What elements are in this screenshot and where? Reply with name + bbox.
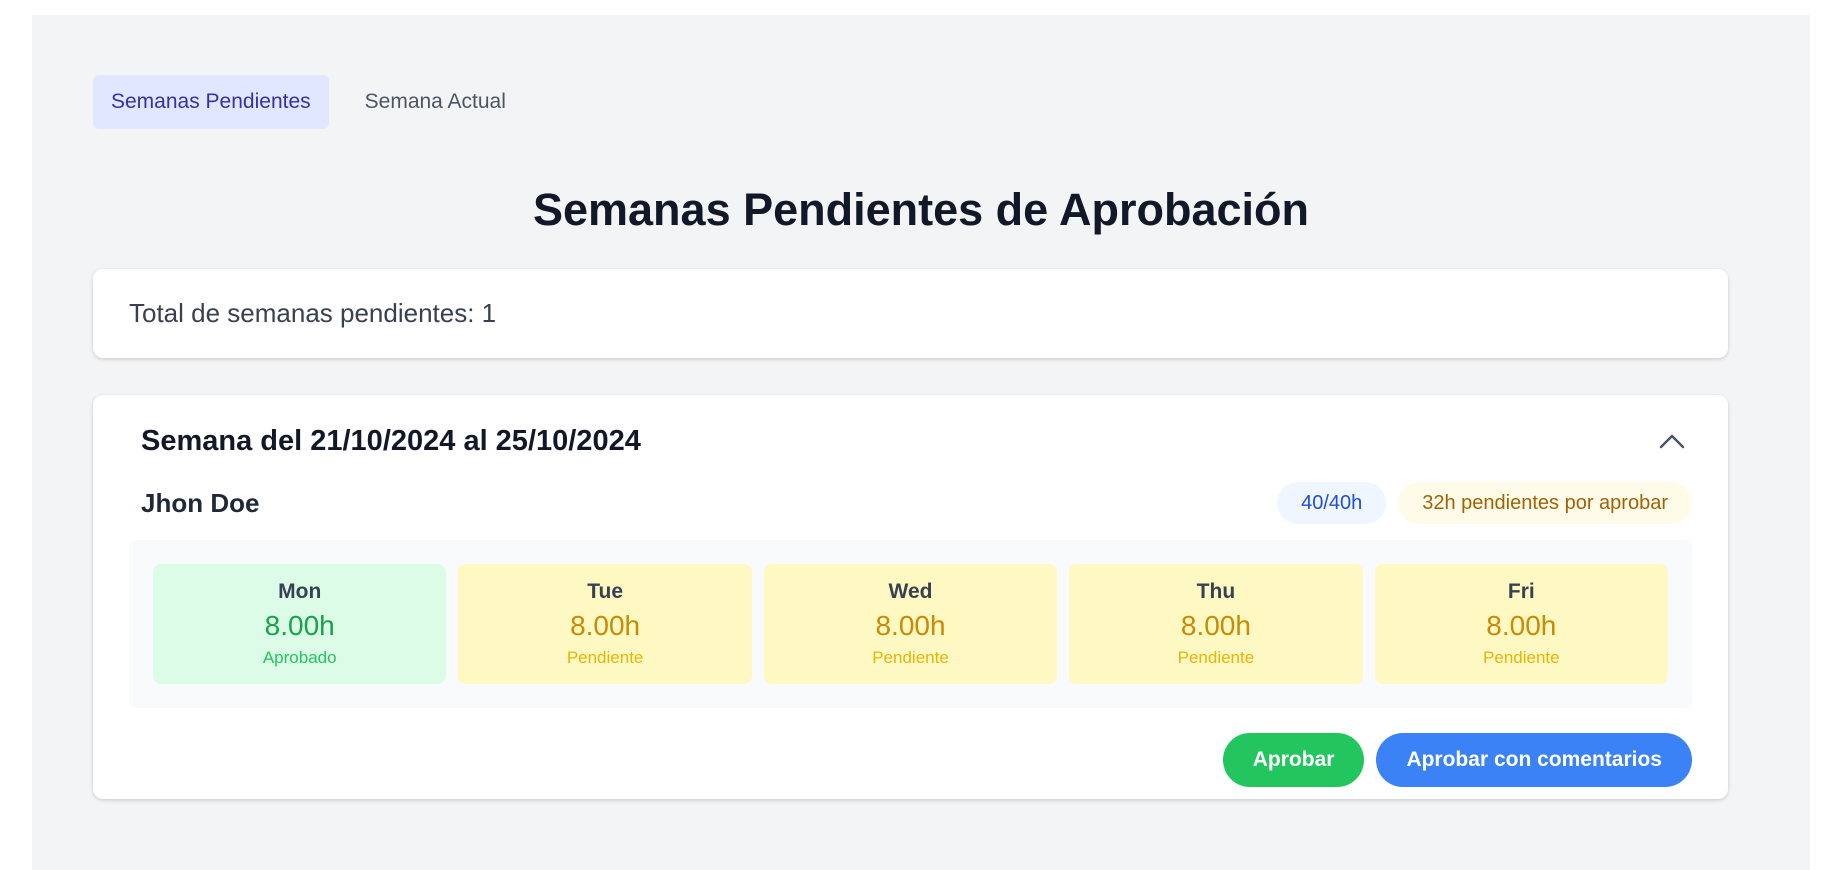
employee-row: Jhon Doe 40/40h 32h pendientes por aprob… <box>141 481 1692 525</box>
action-buttons: Aprobar Aprobar con comentarios <box>1222 733 1692 787</box>
day-name: Mon <box>278 580 322 603</box>
day-name: Thu <box>1196 580 1236 603</box>
approve-with-comments-button[interactable]: Aprobar con comentarios <box>1376 733 1692 787</box>
day-card-fri: Fri 8.00h Pendiente <box>1374 564 1669 684</box>
day-status: Pendiente <box>566 648 644 667</box>
day-card-mon: Mon 8.00h Aprobado <box>153 564 447 684</box>
day-status: Pendiente <box>872 648 949 667</box>
day-card-wed: Wed 8.00h Pendiente <box>763 564 1058 684</box>
tab-semanas-pendientes[interactable]: Semanas Pendientes <box>93 75 329 129</box>
day-status: Pendiente <box>1483 648 1560 667</box>
employee-name: Jhon Doe <box>141 487 260 518</box>
chevron-up-icon[interactable] <box>1652 421 1692 461</box>
page-title: Semanas Pendientes de Aprobación <box>532 184 1310 235</box>
day-name: Tue <box>587 580 623 603</box>
day-card-tue: Tue 8.00h Pendiente <box>458 564 752 684</box>
approve-button[interactable]: Aprobar <box>1222 733 1365 787</box>
day-status: Aprobado <box>262 648 337 667</box>
pending-hours-badge: 32h pendientes por aprobar <box>1398 482 1692 524</box>
summary-card: Total de semanas pendientes: 1 <box>93 269 1728 358</box>
day-name: Fri <box>1507 580 1535 603</box>
hours-badge: 40/40h <box>1277 482 1387 524</box>
app-container: Semanas Pendientes Semana Actual Semanas… <box>32 15 1810 870</box>
days-panel: Mon 8.00h Aprobado Tue 8.00h Pendiente W… <box>129 540 1692 708</box>
tab-bar: Semanas Pendientes Semana Actual <box>93 75 524 129</box>
day-status: Pendiente <box>1177 648 1255 667</box>
day-hours: 8.00h <box>1180 610 1251 641</box>
badge-group: 40/40h 32h pendientes por aprobar <box>1277 482 1692 524</box>
tab-semana-actual[interactable]: Semana Actual <box>347 75 524 129</box>
day-hours: 8.00h <box>875 610 946 641</box>
day-name: Wed <box>888 580 933 603</box>
day-hours: 8.00h <box>1486 610 1557 641</box>
week-title: Semana del 21/10/2024 al 25/10/2024 <box>141 424 641 457</box>
week-card: Semana del 21/10/2024 al 25/10/2024 Jhon… <box>93 395 1728 799</box>
day-hours: 8.00h <box>264 610 335 641</box>
day-card-thu: Thu 8.00h Pendiente <box>1069 564 1363 684</box>
day-hours: 8.00h <box>570 610 641 641</box>
pending-weeks-total: Total de semanas pendientes: 1 <box>129 298 497 328</box>
week-header[interactable]: Semana del 21/10/2024 al 25/10/2024 <box>141 417 1692 465</box>
